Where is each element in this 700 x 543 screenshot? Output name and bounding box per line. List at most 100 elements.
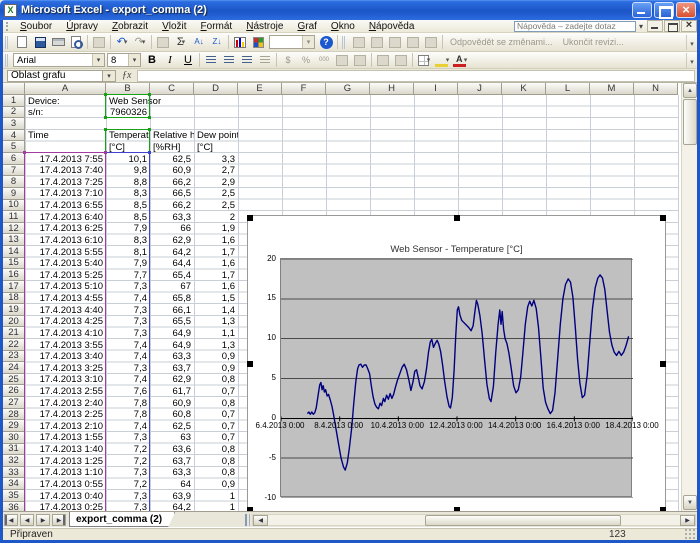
cell[interactable]: 66 [150, 224, 194, 234]
cell[interactable]: 65,4 [150, 271, 194, 281]
cell[interactable]: 0,8 [194, 457, 238, 467]
cell[interactable]: 17.4.2013 3:25 [25, 364, 106, 374]
cell[interactable]: 17.4.2013 5:40 [25, 259, 106, 269]
row-header-20[interactable]: 20 [3, 316, 25, 328]
column-header-D[interactable]: D [194, 83, 238, 95]
row-header-15[interactable]: 15 [3, 258, 25, 270]
increase-decimal-button[interactable] [333, 52, 351, 68]
cell[interactable]: 17.4.2013 1:10 [25, 468, 106, 478]
cell[interactable]: 17.4.2013 1:25 [25, 457, 106, 467]
column-header-B[interactable]: B [106, 83, 150, 95]
cell[interactable]: 1,1 [194, 329, 238, 339]
menu-item-3[interactable]: Vložit [155, 21, 193, 32]
underline-button[interactable]: U [179, 52, 197, 68]
scroll-left-button[interactable]: ◀ [253, 515, 268, 526]
print-button[interactable] [49, 34, 67, 50]
font-size-combobox[interactable]: 8▾ [107, 53, 141, 67]
row-header-27[interactable]: 27 [3, 397, 25, 409]
cell[interactable]: 1,6 [194, 282, 238, 292]
cell[interactable]: 61,7 [150, 387, 194, 397]
tab-last-button[interactable]: ▶ [52, 514, 66, 526]
cell[interactable]: 17.4.2013 3:40 [25, 352, 106, 362]
select-all-corner[interactable] [3, 83, 25, 95]
tab-split-handle[interactable] [245, 514, 250, 526]
sort-ascending-button[interactable]: A↓ [190, 34, 208, 50]
cell[interactable]: 7,3 [106, 306, 150, 316]
cell[interactable]: 7,7 [106, 271, 150, 281]
cell[interactable]: 17.4.2013 6:10 [25, 236, 106, 246]
italic-button[interactable]: I [161, 52, 179, 68]
align-right-button[interactable] [238, 52, 256, 68]
chart-plot-area[interactable] [280, 258, 632, 497]
cell[interactable]: 1,3 [194, 341, 238, 351]
cell[interactable]: 7,3 [106, 317, 150, 327]
row-header-4[interactable]: 4 [3, 130, 25, 142]
cell[interactable]: 63,7 [150, 457, 194, 467]
row-header-26[interactable]: 26 [3, 386, 25, 398]
row-header-28[interactable]: 28 [3, 409, 25, 421]
menu-item-2[interactable]: Zobrazit [105, 21, 155, 32]
cell[interactable]: 17.4.2013 5:10 [25, 282, 106, 292]
row-header-21[interactable]: 21 [3, 327, 25, 339]
cell[interactable]: 7,3 [106, 282, 150, 292]
cell[interactable]: 66,2 [150, 178, 194, 188]
cell[interactable]: 1,9 [194, 224, 238, 234]
cell[interactable]: 0,7 [194, 422, 238, 432]
horizontal-scroll-thumb[interactable] [425, 515, 621, 526]
reviewing-toolbar-grip[interactable] [342, 36, 347, 49]
cell[interactable]: 17.4.2013 4:40 [25, 306, 106, 316]
cell[interactable]: 63 [150, 433, 194, 443]
align-left-button[interactable] [202, 52, 220, 68]
cell[interactable]: 1 [194, 503, 238, 511]
cell[interactable]: s/n: [25, 108, 106, 118]
cell[interactable]: 0,8 [194, 445, 238, 455]
scroll-down-button[interactable]: ▼ [683, 495, 697, 510]
review-track-changes-button[interactable] [422, 34, 440, 50]
vertical-scroll-thumb[interactable] [683, 99, 697, 145]
chart-selection-handle[interactable] [454, 215, 460, 221]
row-header-19[interactable]: 19 [3, 304, 25, 316]
help-button[interactable]: ? [317, 34, 335, 50]
cell[interactable]: 64,4 [150, 259, 194, 269]
tab-previous-button[interactable]: ◀ [20, 514, 34, 526]
cell[interactable]: 7,9 [106, 259, 150, 269]
workbook-close-button[interactable] [681, 20, 697, 32]
redo-button[interactable]: ↷▾ [131, 34, 149, 50]
cell[interactable]: 10,1 [106, 155, 150, 165]
cell[interactable]: 63,6 [150, 445, 194, 455]
cell[interactable]: 7,3 [106, 492, 150, 502]
column-header-K[interactable]: K [502, 83, 546, 95]
column-header-I[interactable]: I [414, 83, 458, 95]
cell[interactable]: 17.4.2013 1:55 [25, 433, 106, 443]
column-header-J[interactable]: J [458, 83, 502, 95]
cell[interactable]: Relative hu [150, 131, 194, 141]
row-header-11[interactable]: 11 [3, 211, 25, 223]
cell[interactable]: 1,7 [194, 271, 238, 281]
cell[interactable]: 17.4.2013 4:55 [25, 294, 106, 304]
cell[interactable]: 17.4.2013 0:25 [25, 503, 106, 511]
cell[interactable]: 17.4.2013 3:55 [25, 341, 106, 351]
toolbar-options-chevron[interactable]: ▾ [686, 35, 697, 50]
column-header-G[interactable]: G [326, 83, 370, 95]
font-color-button[interactable]: A▾ [451, 52, 469, 68]
close-button[interactable] [676, 2, 696, 18]
cell[interactable]: 9,8 [106, 166, 150, 176]
cell[interactable]: 17.4.2013 7:40 [25, 166, 106, 176]
cell[interactable]: 63,3 [150, 352, 194, 362]
insert-hyperlink-button[interactable] [154, 34, 172, 50]
cell[interactable]: 1,6 [194, 236, 238, 246]
undo-button[interactable]: ↶▾ [113, 34, 131, 50]
column-header-N[interactable]: N [634, 83, 678, 95]
formula-input[interactable] [137, 70, 695, 82]
decrease-indent-button[interactable] [374, 52, 392, 68]
column-header-H[interactable]: H [370, 83, 414, 95]
align-center-button[interactable] [220, 52, 238, 68]
cell[interactable]: 64,2 [150, 248, 194, 258]
row-header-18[interactable]: 18 [3, 293, 25, 305]
cell[interactable]: 7,8 [106, 410, 150, 420]
cell[interactable]: 1,3 [194, 317, 238, 327]
cell[interactable]: [°C] [194, 143, 238, 153]
fill-color-button[interactable]: ▾ [433, 52, 451, 68]
chart-selection-handle[interactable] [660, 215, 666, 221]
cell[interactable]: 17.4.2013 7:10 [25, 189, 106, 199]
